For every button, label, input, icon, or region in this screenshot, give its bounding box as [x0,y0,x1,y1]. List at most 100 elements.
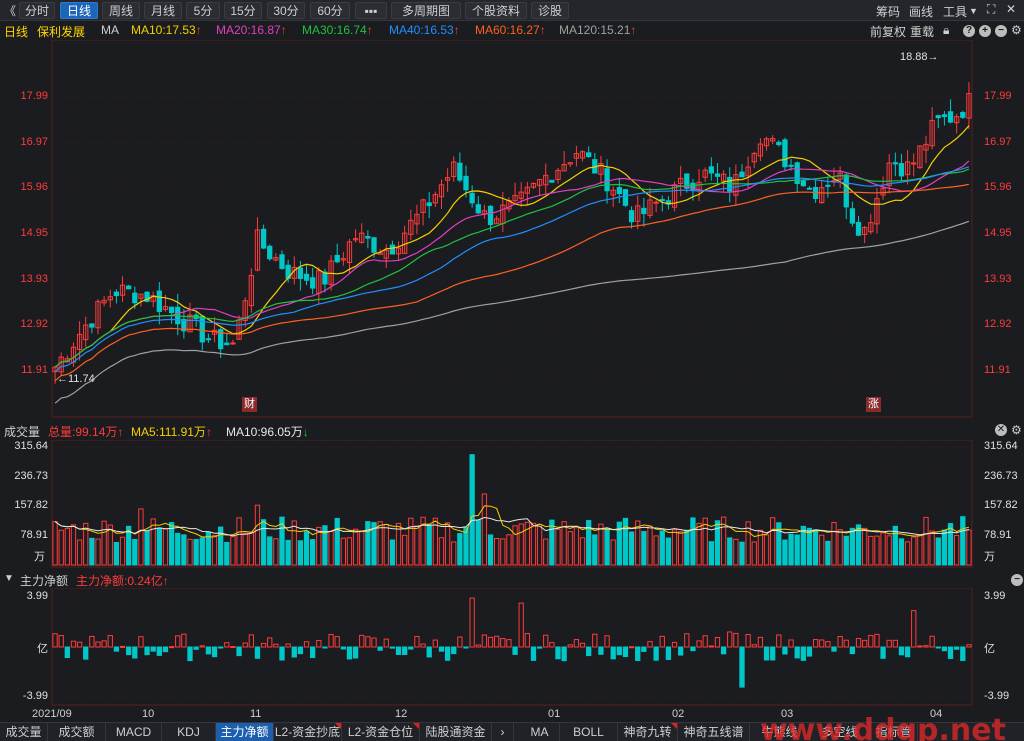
mainflow-value: 主力净额:0.24亿↑ [76,574,169,588]
price-tick-right: 14.95 [984,227,1012,239]
tab-30min[interactable]: 30分 [267,2,305,19]
multi-period-button[interactable]: 多周期图 [391,2,461,19]
volume-bar [911,536,917,566]
rise-tag[interactable]: 涨 [866,397,881,412]
indicator-tab[interactable]: 陆股通资金 [420,723,492,741]
mainflow-bar [199,645,205,648]
indicator-tab[interactable]: 成交量 [0,723,48,741]
lock-icon[interactable]: 🔒︎ [943,23,949,38]
tab-5min[interactable]: 5分 [186,2,220,19]
price-tick-right: 15.96 [984,181,1012,194]
period-label: 日线 [4,25,29,39]
volume-chart[interactable] [0,440,1024,568]
ma120-line [54,220,970,404]
chevron-down-icon[interactable]: ▼ [969,6,978,16]
candle-body [960,112,966,118]
finance-tag[interactable]: 财 [242,397,257,412]
volume-settings-icon[interactable]: ⚙ [1011,423,1022,437]
volume-bar [610,539,616,566]
volume-bar [199,537,205,566]
volume-bar [530,522,537,566]
price-chart[interactable] [0,40,1024,418]
mainflow-bar [395,646,402,655]
indicator-tab[interactable]: MA [520,723,560,741]
mainflow-bar [567,644,573,648]
volume-bar [395,522,402,566]
tab-15min[interactable]: 15分 [224,2,262,19]
candle-body [469,192,475,204]
mainflow-bar [757,636,764,648]
volume-bar [849,527,856,566]
volume-bar [132,538,138,566]
volume-tick-left: 315.64 [14,440,48,452]
indicator-tab[interactable]: 神奇九转 [618,723,678,741]
adjust-button[interactable]: 前复权 [870,23,906,40]
stock-info-button[interactable]: 个股资料 [465,2,527,19]
tab-yuexian[interactable]: 月线 [144,2,182,19]
mainflow-tick-right: 3.99 [984,590,1006,602]
volume-bar [812,529,819,566]
candle-body [199,315,205,343]
tab-rixian[interactable]: 日线 [60,2,98,19]
mainflow-bar [598,646,604,655]
close-panel-icon[interactable]: ✕ [995,424,1007,436]
settings-icon[interactable]: ⚙ [1011,23,1022,37]
indicator-tab[interactable]: L2-资金抄底 [274,723,342,741]
tab-fenshi[interactable]: 分时 [19,2,55,19]
draw-button[interactable]: 画线 [909,3,933,20]
indicator-tab[interactable]: BOLL [560,723,618,741]
mainflow-bar [76,641,83,648]
volume-bar [193,538,199,566]
tools-button[interactable]: 工具 [943,3,967,20]
volume-bar [156,527,162,566]
volume-bar [70,524,77,566]
indicator-tab[interactable]: 神奇五线谱 [678,723,750,741]
candle-body [310,277,316,289]
volume-bar [592,534,598,566]
candle-body [947,111,954,123]
mainflow-bar [616,646,622,656]
more-periods-button[interactable]: ▪▪▪ [355,2,387,19]
tab-60min[interactable]: 60分 [310,2,350,19]
candle-body [739,171,745,178]
help-icon[interactable]: ? [963,25,975,37]
tabs-scroll-right-icon[interactable]: › [492,723,514,741]
add-icon[interactable]: + [979,25,991,37]
diagnose-button[interactable]: 诊股 [531,2,569,19]
indicator-tab[interactable]: KDJ [162,723,216,741]
price-tick-right: 17.99 [984,90,1012,102]
mainflow-bar [763,646,770,661]
mainflow-bar [297,646,304,655]
fullscreen-icon[interactable]: ⛶ [987,2,995,17]
indicator-tab[interactable]: MACD [106,723,162,741]
volume-bar [929,530,935,566]
ma-label[interactable]: MA [101,23,119,37]
price-tick-left: 13.93 [20,272,48,285]
volume-tick-right: 315.64 [984,440,1018,452]
close-icon[interactable]: ✕ [1006,2,1016,16]
indicator-tab[interactable]: L2-资金仓位 [342,723,420,741]
tab-zhouxian[interactable]: 周线 [102,2,140,19]
mainflow-bar [812,639,819,648]
collapse-icon[interactable]: ▼ [4,573,14,584]
volume-bar [960,516,966,566]
volume-ma5: MA5:111.91万↑ [131,425,212,439]
mainflow-chart[interactable] [0,588,1024,706]
mainflow-bar [316,639,322,648]
indicator-tab[interactable]: 成交额 [48,723,106,741]
volume-title[interactable]: 成交量 [4,423,40,440]
reload-button[interactable]: 重载 [910,23,934,40]
chips-button[interactable]: 筹码 [876,3,900,20]
remove-icon[interactable]: − [995,25,1007,37]
mainflow-bar [622,646,629,658]
volume-bar [727,537,733,566]
mainflow-title[interactable]: 主力净额 [20,572,68,589]
ma30-value: MA30:16.74↑ [302,23,373,37]
back-icon[interactable]: 《 [4,2,16,19]
volume-bar [604,528,610,566]
volume-bar [230,536,236,566]
mainflow-bar [800,646,806,661]
collapse-panel-icon[interactable]: − [1011,574,1023,586]
indicator-tab[interactable]: 主力净额 [216,723,274,741]
volume-bar [647,525,653,566]
